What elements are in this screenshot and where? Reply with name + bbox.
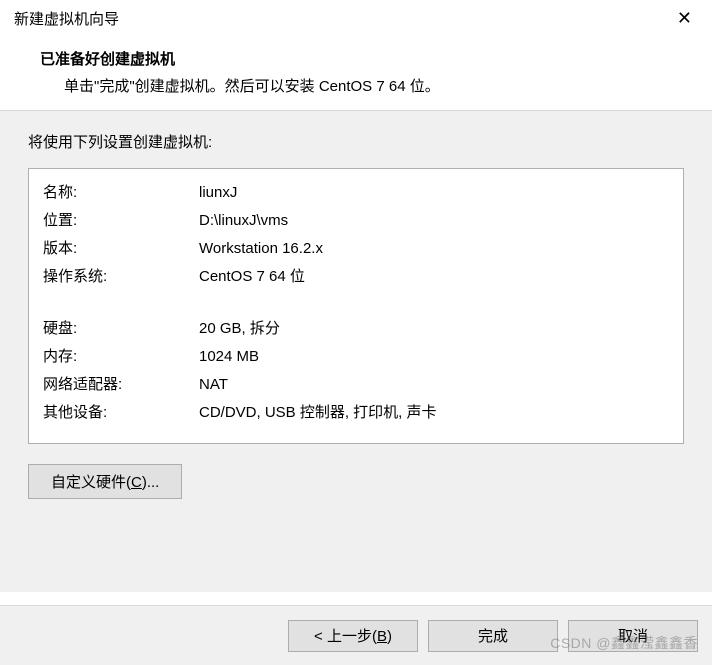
settings-row: 操作系统: CentOS 7 64 位 [43, 263, 669, 291]
header-section: 已准备好创建虚拟机 单击"完成"创建虚拟机。然后可以安装 CentOS 7 64… [0, 36, 712, 110]
settings-value: liunxJ [199, 179, 669, 207]
window-title: 新建虚拟机向导 [14, 8, 119, 29]
settings-row: 名称: liunxJ [43, 179, 669, 207]
settings-label: 其他设备: [43, 399, 199, 427]
content-section: 将使用下列设置创建虚拟机: 名称: liunxJ 位置: D:\linuxJ\v… [0, 111, 712, 592]
settings-label: 网络适配器: [43, 371, 199, 399]
settings-gap [43, 291, 669, 315]
settings-row: 其他设备: CD/DVD, USB 控制器, 打印机, 声卡 [43, 399, 669, 427]
prompt-text: 将使用下列设置创建虚拟机: [28, 131, 684, 152]
settings-value: 20 GB, 拆分 [199, 315, 669, 343]
settings-row: 位置: D:\linuxJ\vms [43, 207, 669, 235]
settings-value: 1024 MB [199, 343, 669, 371]
settings-row: 版本: Workstation 16.2.x [43, 235, 669, 263]
page-subtitle: 单击"完成"创建虚拟机。然后可以安装 CentOS 7 64 位。 [40, 75, 698, 96]
back-button[interactable]: < 上一步(B) [288, 620, 418, 652]
settings-row: 网络适配器: NAT [43, 371, 669, 399]
customize-hardware-button[interactable]: 自定义硬件(C)... [28, 464, 182, 499]
settings-label: 硬盘: [43, 315, 199, 343]
settings-label: 版本: [43, 235, 199, 263]
settings-row: 内存: 1024 MB [43, 343, 669, 371]
settings-value: CD/DVD, USB 控制器, 打印机, 声卡 [199, 399, 669, 427]
settings-value: CentOS 7 64 位 [199, 263, 669, 291]
settings-label: 内存: [43, 343, 199, 371]
title-bar: 新建虚拟机向导 ✕ [0, 0, 712, 36]
settings-value: Workstation 16.2.x [199, 235, 669, 263]
settings-value: NAT [199, 371, 669, 399]
footer-bar: < 上一步(B) 完成 取消 [0, 605, 712, 665]
page-title: 已准备好创建虚拟机 [40, 48, 698, 69]
cancel-button[interactable]: 取消 [568, 620, 698, 652]
settings-value: D:\linuxJ\vms [199, 207, 669, 235]
close-icon[interactable]: ✕ [671, 8, 698, 29]
settings-box: 名称: liunxJ 位置: D:\linuxJ\vms 版本: Worksta… [28, 168, 684, 444]
settings-label: 位置: [43, 207, 199, 235]
settings-row: 硬盘: 20 GB, 拆分 [43, 315, 669, 343]
settings-label: 操作系统: [43, 263, 199, 291]
settings-label: 名称: [43, 179, 199, 207]
finish-button[interactable]: 完成 [428, 620, 558, 652]
